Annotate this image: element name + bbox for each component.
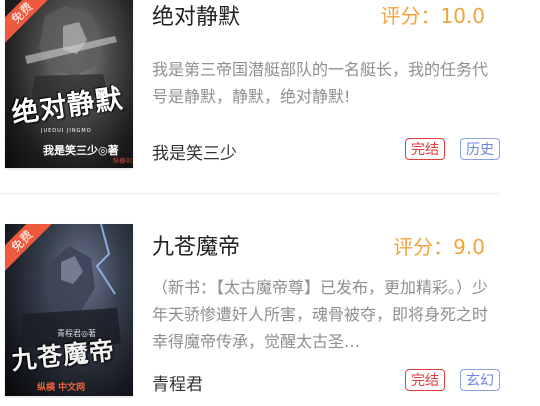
book-title[interactable]: 绝对静默: [152, 0, 240, 31]
book-author: 青程君: [152, 375, 203, 395]
book-item[interactable]: 青程君◎著 九苍魔帝 纵横 中文网 免费 九苍魔帝 评分：9.0 （新书：【太古…: [0, 194, 540, 406]
cover-author: 我是笑三少◎著: [43, 144, 119, 157]
cover-publisher: 纵横 中文网: [37, 383, 86, 393]
genre-badge[interactable]: 历史: [460, 138, 500, 160]
book-score: 评分：9.0: [393, 235, 485, 259]
book-item[interactable]: 绝对静默 JUEDUI JINGMO 我是笑三少◎著 纵横中文网 免费 绝对静默…: [0, 0, 540, 194]
cover-subtitle: JUEDUI JINGMO: [41, 128, 92, 134]
book-intro-text: （新书：【太古魔帝尊】已发布，更加精彩。）少年天骄惨遭奸人所害，魂骨被夺，即将身…: [152, 278, 489, 351]
status-badge: 完结: [405, 138, 445, 160]
cover-publisher: 纵横中文网: [113, 158, 133, 165]
book-list: 绝对静默 JUEDUI JINGMO 我是笑三少◎著 纵横中文网 免费 绝对静默…: [0, 0, 540, 406]
book-cover[interactable]: 绝对静默 JUEDUI JINGMO 我是笑三少◎著 纵横中文网 免费: [5, 0, 133, 168]
book-cover[interactable]: 青程君◎著 九苍魔帝 纵横 中文网 免费: [5, 224, 133, 396]
book-score: 评分：10.0: [380, 4, 485, 28]
book-intro: （新书：【太古魔帝尊】已发布，更加精彩。）少年天骄惨遭奸人所害，魂骨被夺，即将身…: [152, 274, 497, 355]
book-intro-text: 我是第三帝国潜艇部队的一名艇长，我的任务代号是静默，静默，绝对静默!: [152, 60, 489, 106]
book-author: 我是笑三少: [152, 144, 237, 164]
book-title[interactable]: 九苍魔帝: [152, 229, 240, 261]
status-badge: 完结: [405, 369, 445, 391]
genre-badge[interactable]: 玄幻: [460, 369, 500, 391]
book-intro: 我是第三帝国潜艇部队的一名艇长，我的任务代号是静默，静默，绝对静默!: [152, 56, 497, 110]
